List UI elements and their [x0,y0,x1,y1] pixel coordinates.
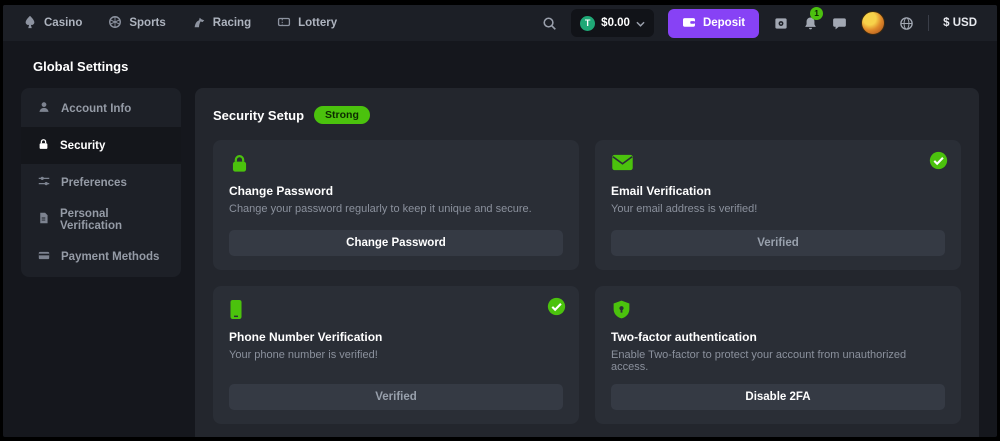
panel-header: Security Setup Strong [213,106,961,124]
document-icon [37,211,50,228]
search-icon[interactable] [542,16,557,31]
user-avatar[interactable] [861,11,885,35]
sidebar-item-label: Preferences [61,177,127,189]
notifications-bell-icon[interactable]: 1 [803,16,818,31]
page-title: Global Settings [3,41,997,88]
verified-check-icon [547,297,566,321]
security-setup-panel: Security Setup Strong Change Password Ch… [195,88,979,437]
navbar-actions: T $0.00 Deposit 1 $ USD [542,9,977,38]
card-description: Your phone number is verified! [229,349,563,361]
wallet-icon [682,16,696,31]
change-password-card: Change Password Change your password reg… [213,140,579,270]
tether-coin-icon: T [580,16,595,31]
racing-icon [192,15,206,32]
nav-label: Casino [44,17,82,29]
shield-icon [611,299,945,321]
security-cards-grid: Change Password Change your password reg… [213,140,961,424]
card-description: Your email address is verified! [611,203,945,215]
card-title: Two-factor authentication [611,330,945,344]
sidebar-item-preferences[interactable]: Preferences [21,164,181,201]
chevron-down-icon [636,14,645,32]
card-title: Email Verification [611,184,945,198]
chat-icon[interactable] [832,16,847,31]
notification-badge: 1 [810,7,823,20]
wallet-balance-dropdown[interactable]: T $0.00 [571,9,654,37]
nav-item-lottery[interactable]: Lottery [277,15,337,32]
sidebar-item-account-info[interactable]: Account Info [21,90,181,127]
email-verification-card: Email Verification Your email address is… [595,140,961,270]
card-title: Change Password [229,184,563,198]
nav-item-racing[interactable]: Racing [192,15,251,32]
sidebar-item-security[interactable]: Security [21,127,181,164]
strength-badge: Strong [314,106,370,124]
card-description: Enable Two-factor to protect your accoun… [611,349,945,373]
verified-check-icon [929,151,948,175]
settings-sidebar: Account Info Security Preferences Person… [21,88,181,277]
currency-selector[interactable]: $ USD [943,17,977,29]
disable-2fa-button[interactable]: Disable 2FA [611,384,945,410]
lock-icon [229,153,563,175]
sidebar-item-label: Payment Methods [61,251,159,263]
email-verified-button[interactable]: Verified [611,230,945,256]
phone-verification-card: Phone Number Verification Your phone num… [213,286,579,424]
card-description: Change your password regularly to keep i… [229,203,563,215]
sports-icon [108,15,122,32]
sidebar-item-label: Personal Verification [60,208,165,232]
nav-label: Lottery [298,17,337,29]
sidebar-item-personal-verification[interactable]: Personal Verification [21,201,181,238]
lock-icon [37,137,50,154]
change-password-button[interactable]: Change Password [229,230,563,256]
globe-language-icon[interactable] [899,16,914,31]
deposit-button[interactable]: Deposit [668,9,759,38]
app-window: Casino Sports Racing Lottery T $0.00 [3,5,997,437]
lottery-icon [277,15,291,32]
balance-amount: $0.00 [601,17,630,29]
sliders-icon [37,174,51,191]
nav-label: Racing [213,17,251,29]
credit-card-icon [37,249,51,265]
top-navbar: Casino Sports Racing Lottery T $0.00 [3,5,997,41]
sidebar-item-payment-methods[interactable]: Payment Methods [21,238,181,275]
card-title: Phone Number Verification [229,330,563,344]
deposit-label: Deposit [703,17,745,29]
nav-divider [928,15,929,31]
user-icon [37,100,51,117]
main-nav: Casino Sports Racing Lottery [23,15,337,32]
phone-icon [229,299,563,321]
envelope-icon [611,153,945,175]
panel-title: Security Setup [213,108,304,123]
nav-label: Sports [129,17,165,29]
nav-item-casino[interactable]: Casino [23,15,82,32]
sidebar-item-label: Security [60,140,105,152]
phone-verified-button[interactable]: Verified [229,384,563,410]
two-factor-card: Two-factor authentication Enable Two-fac… [595,286,961,424]
vault-icon[interactable] [773,16,789,31]
casino-icon [23,15,37,32]
nav-item-sports[interactable]: Sports [108,15,165,32]
sidebar-item-label: Account Info [61,103,131,115]
settings-content: Account Info Security Preferences Person… [3,88,997,437]
